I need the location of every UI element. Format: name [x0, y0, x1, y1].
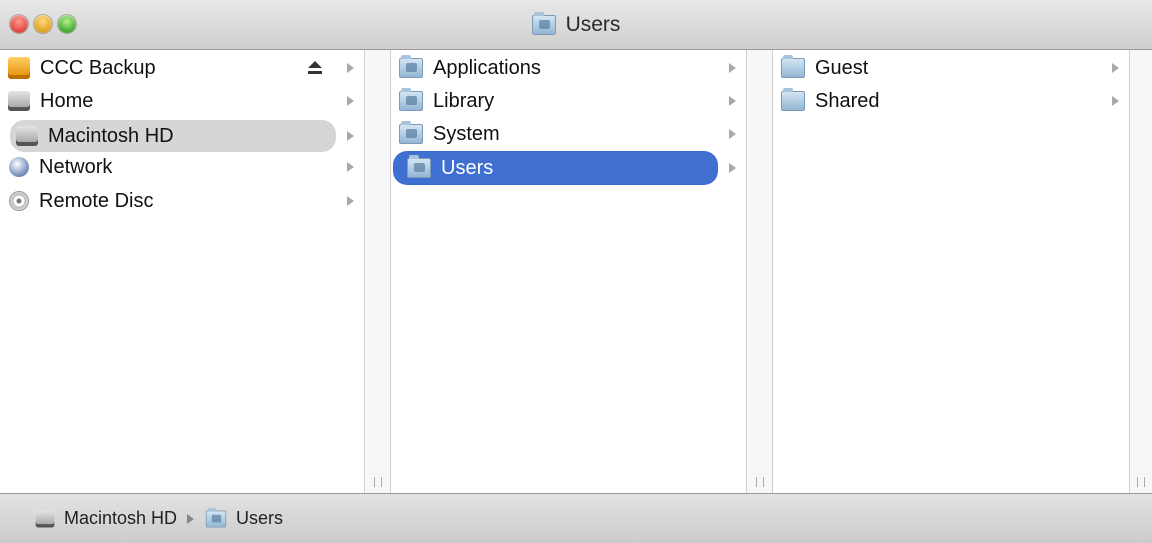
path-segment-macintosh-hd[interactable]: Macintosh HD	[64, 508, 177, 529]
eject-icon[interactable]	[308, 61, 322, 75]
finder-window: Users CCC Backup Home Macintosh HD Netwo…	[0, 0, 1152, 543]
sidebar-item-label: Home	[40, 89, 94, 112]
library-folder-icon	[399, 88, 423, 111]
users-folder-icon	[531, 12, 556, 35]
title-bar[interactable]: Users	[0, 0, 1152, 50]
chevron-right-icon	[347, 196, 354, 206]
sidebar-item-network[interactable]: Network	[8, 153, 364, 181]
resize-grip-icon[interactable]	[755, 477, 764, 487]
users-folder-icon	[407, 155, 431, 178]
hard-drive-icon[interactable]	[35, 510, 55, 527]
list-item-users[interactable]: Users	[393, 151, 736, 185]
list-item-label: Library	[433, 89, 495, 112]
list-item-label: Shared	[815, 89, 880, 112]
window-title-text: Users	[565, 13, 621, 36]
root-contents-column[interactable]: Applications Library System Users	[391, 50, 746, 493]
chevron-right-icon	[347, 162, 354, 172]
chevron-right-icon	[729, 129, 736, 139]
path-segment-users[interactable]: Users	[236, 508, 283, 529]
list-item-library[interactable]: Library	[399, 87, 746, 115]
list-item-guest[interactable]: Guest	[781, 54, 1129, 82]
chevron-right-icon	[347, 96, 354, 106]
sidebar-item-label: Macintosh HD	[48, 124, 174, 147]
chevron-right-icon	[347, 63, 354, 73]
folder-icon	[781, 88, 805, 111]
hard-drive-icon	[8, 91, 30, 111]
sidebar-item-remote-disc[interactable]: Remote Disc	[8, 187, 364, 215]
external-drive-icon	[8, 57, 30, 79]
list-item-system[interactable]: System	[399, 120, 746, 148]
column-resize-handle[interactable]	[1129, 50, 1152, 493]
disc-icon	[9, 191, 29, 211]
path-separator-icon	[187, 513, 195, 524]
users-contents-column[interactable]: Guest Shared	[773, 50, 1129, 493]
column-resize-handle[interactable]	[746, 50, 773, 493]
sidebar-item-macintosh-hd[interactable]: Macintosh HD	[10, 120, 354, 152]
chevron-right-icon	[1112, 63, 1119, 73]
devices-column[interactable]: CCC Backup Home Macintosh HD Network Rem…	[0, 50, 364, 493]
chevron-right-icon	[729, 163, 736, 173]
users-folder-icon[interactable]	[205, 507, 227, 527]
network-globe-icon	[9, 157, 29, 177]
applications-folder-icon	[399, 55, 423, 78]
list-item-applications[interactable]: Applications	[399, 54, 746, 82]
list-item-label: Guest	[815, 56, 869, 79]
list-item-label: System	[433, 122, 500, 145]
column-resize-handle[interactable]	[364, 50, 391, 493]
list-item-label: Users	[441, 156, 494, 179]
sidebar-item-label: Remote Disc	[39, 189, 154, 212]
hard-drive-icon	[16, 126, 38, 146]
sidebar-item-label: Network	[39, 155, 113, 178]
window-title: Users	[0, 0, 1152, 50]
chevron-right-icon	[347, 131, 354, 141]
list-item-label: Applications	[433, 56, 541, 79]
folder-icon	[781, 55, 805, 78]
sidebar-item-ccc-backup[interactable]: CCC Backup	[8, 54, 364, 82]
chevron-right-icon	[729, 96, 736, 106]
path-bar: Macintosh HD Users	[0, 493, 1152, 543]
system-folder-icon	[399, 121, 423, 144]
resize-grip-icon[interactable]	[373, 477, 382, 487]
chevron-right-icon	[729, 63, 736, 73]
sidebar-item-label: CCC Backup	[40, 56, 156, 79]
sidebar-item-home[interactable]: Home	[8, 87, 364, 115]
resize-grip-icon[interactable]	[1137, 477, 1145, 487]
list-item-shared[interactable]: Shared	[781, 87, 1129, 115]
chevron-right-icon	[1112, 96, 1119, 106]
